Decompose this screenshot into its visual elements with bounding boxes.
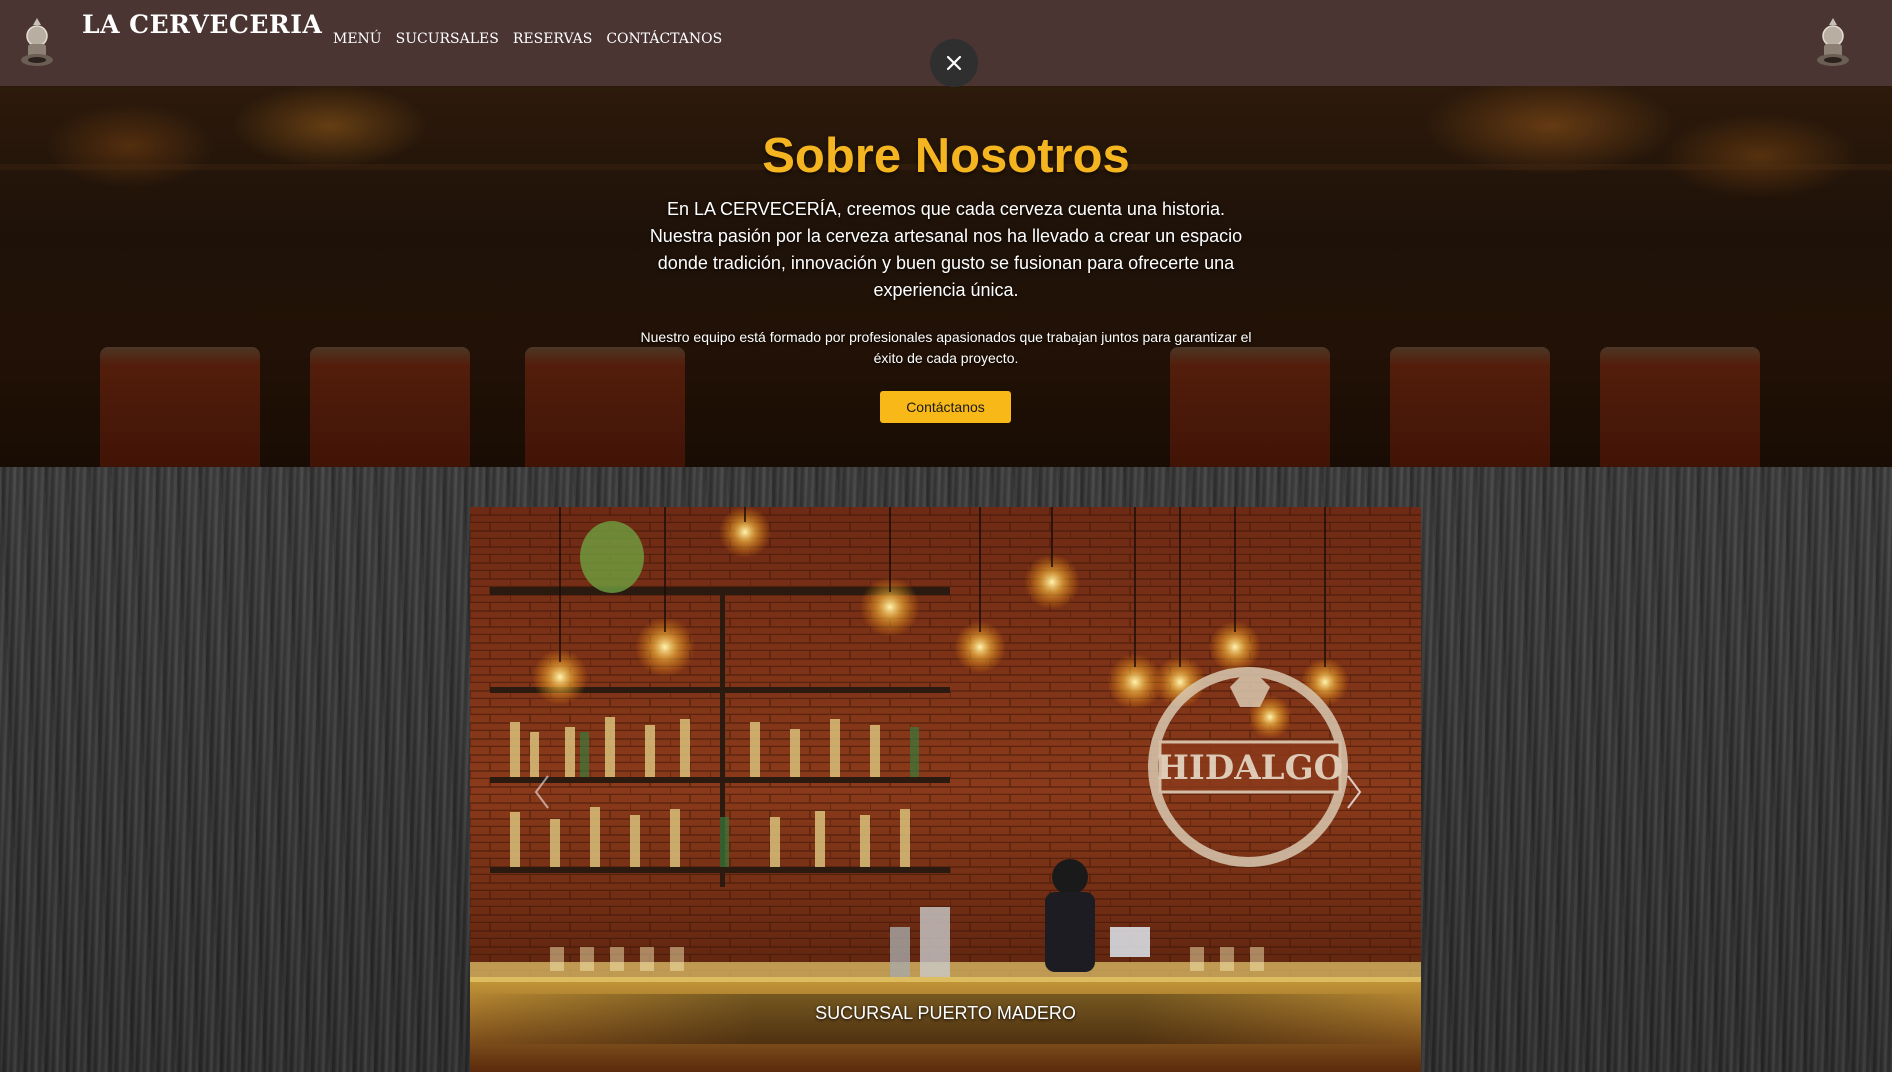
beer-crest-logo-right-icon [1813,16,1853,68]
nav-link-menu[interactable]: MENÚ [333,31,382,47]
carousel-next-button[interactable] [1342,772,1366,812]
nav-link-sucursales[interactable]: SUCURSALES [396,31,499,47]
carousel-prev-button[interactable] [530,772,554,812]
beer-crest-logo-icon[interactable] [17,16,57,68]
contact-button[interactable]: Contáctanos [880,391,1011,423]
nav-link-contactanos[interactable]: CONTÁCTANOS [606,31,722,47]
bar-interior-image: HIDALGO [470,507,1421,1072]
carousel-caption: SUCURSAL PUERTO MADERO [815,1003,1076,1023]
branch-carousel[interactable]: HIDALGO SUCURSAL PUERTO MADERO [470,507,1421,1072]
hero-sub-text: Nuestro equipo está formado por profesio… [640,329,1252,366]
close-button[interactable] [930,39,978,87]
nav-link-reservas[interactable]: RESERVAS [513,31,592,47]
chevron-left-icon [534,775,549,809]
main-nav: MENÚ SUCURSALES RESERVAS CONTÁCTANOS [333,31,722,47]
hero-section: Sobre Nosotros En LA CERVECERÍA, creemos… [0,86,1892,467]
hidalgo-sign-text: HIDALGO [1157,748,1343,788]
chevron-right-icon [1347,775,1362,809]
hero-lead-text: En LA CERVECERÍA, creemos que cada cerve… [649,199,1243,300]
hero-title: Sobre Nosotros [762,129,1130,183]
brand-title[interactable]: LA CERVECERIA [82,10,322,39]
close-icon [946,55,962,71]
